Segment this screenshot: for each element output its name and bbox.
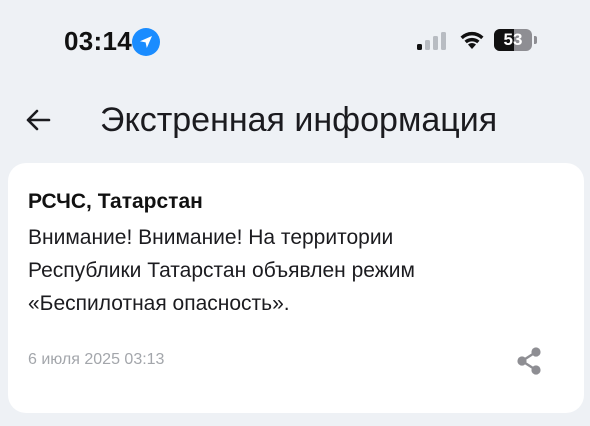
share-button[interactable] bbox=[512, 344, 546, 378]
arrow-left-icon[interactable] bbox=[18, 100, 58, 140]
wifi-icon bbox=[458, 28, 486, 50]
alert-message-line: Внимание! Внимание! На территории bbox=[28, 226, 394, 249]
cellular-signal-icon bbox=[417, 32, 451, 50]
location-arrow-icon bbox=[132, 28, 160, 56]
alert-message: Внимание! Внимание! На территории Респуб… bbox=[28, 221, 548, 320]
alert-message-line: «Беспилотная опасность». bbox=[28, 292, 290, 315]
alert-card: РСЧС, Татарстан Внимание! Внимание! На т… bbox=[8, 163, 584, 413]
battery-level: 53 bbox=[503, 30, 523, 49]
status-time: 03:14 bbox=[64, 26, 132, 56]
alert-message-line: Республики Татарстан объявлен режим bbox=[28, 259, 415, 282]
page-title: Экстренная информация bbox=[100, 101, 498, 139]
status-bar: 03:14 53 bbox=[0, 0, 590, 80]
battery-icon: 53 bbox=[494, 29, 537, 51]
back-button[interactable] bbox=[18, 100, 58, 140]
alert-sender: РСЧС, Татарстан bbox=[28, 190, 203, 213]
share-icon[interactable] bbox=[512, 344, 546, 378]
alert-timestamp: 6 июля 2025 03:13 bbox=[28, 351, 165, 368]
